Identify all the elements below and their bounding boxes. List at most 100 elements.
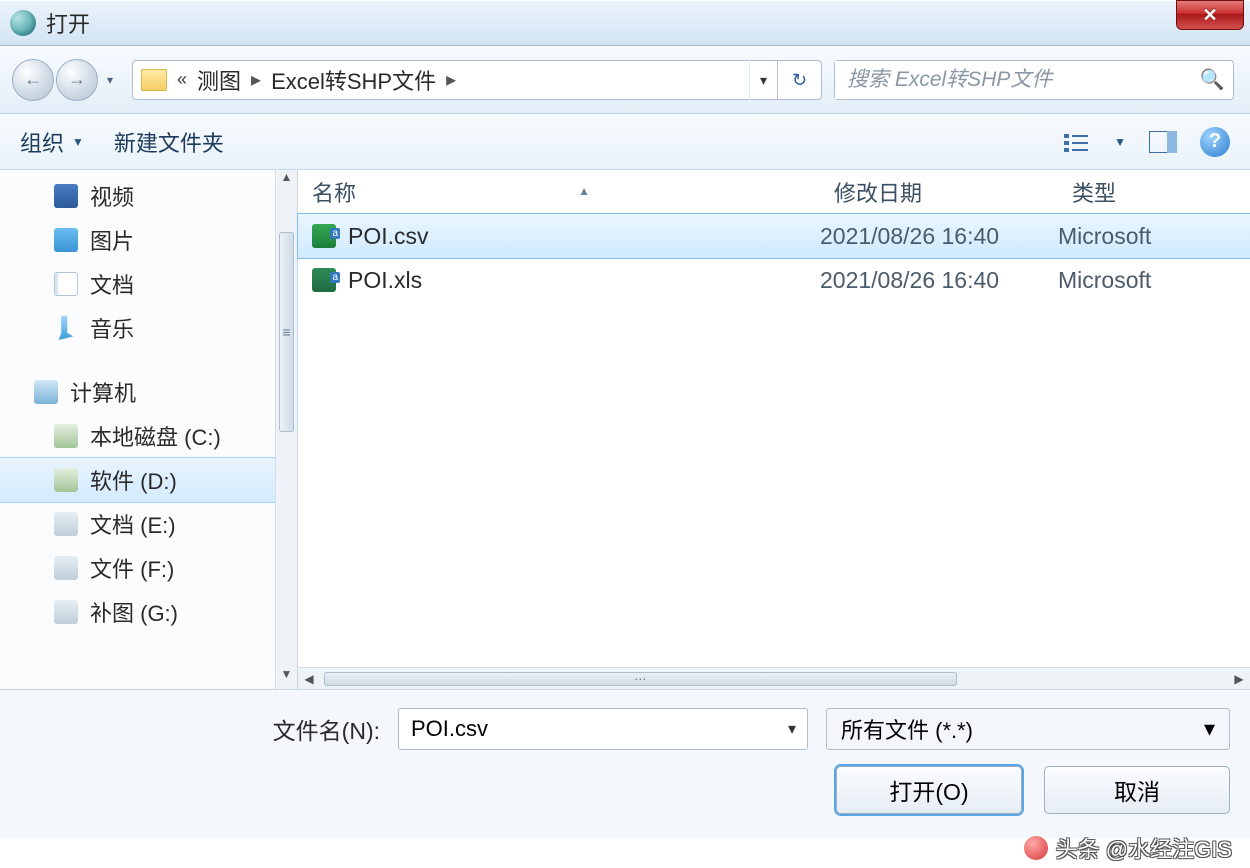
nav-history-dropdown[interactable]: ▾ xyxy=(100,66,120,94)
scroll-up-icon[interactable]: ▲ xyxy=(276,170,297,192)
column-modified-label: 修改日期 xyxy=(834,181,922,206)
sidebar: 视频 图片 文档 音乐 计算机 本地磁盘 (C:) 软件 (D:) xyxy=(0,170,298,689)
chevron-right-icon[interactable]: ▸ xyxy=(247,67,265,92)
drive-icon xyxy=(54,556,78,580)
drive-icon xyxy=(54,468,78,492)
sidebar-item-documents[interactable]: 文档 xyxy=(0,262,297,306)
nav-bar: ← → ▾ « 测图 ▸ Excel转SHP文件 ▸ ▾ ↻ 🔍 xyxy=(0,46,1250,114)
scrollbar-thumb[interactable]: ≡ xyxy=(279,232,294,432)
cancel-button-label: 取消 xyxy=(1114,773,1160,807)
body-area: 视频 图片 文档 音乐 计算机 本地磁盘 (C:) 软件 (D:) xyxy=(0,170,1250,690)
sidebar-label: 软件 (D:) xyxy=(90,464,177,496)
sidebar-item-drive-c[interactable]: 本地磁盘 (C:) xyxy=(0,414,297,458)
files-panel: 名称 ▲ 修改日期 类型 POI.csv 2021/08/26 16:40 Mi… xyxy=(298,170,1250,689)
open-button-label: 打开(O) xyxy=(889,773,968,807)
scroll-down-icon[interactable]: ▼ xyxy=(276,667,297,689)
sidebar-label: 补图 (G:) xyxy=(90,596,178,628)
file-type-filter[interactable]: 所有文件 (*.*) ▾ xyxy=(826,708,1230,750)
file-row[interactable]: POI.csv 2021/08/26 16:40 Microsoft xyxy=(298,214,1250,258)
new-folder-label: 新建文件夹 xyxy=(114,126,224,158)
breadcrumb-dropdown[interactable]: ▾ xyxy=(749,60,777,100)
app-icon xyxy=(10,10,36,36)
breadcrumb-parent[interactable]: 测图 xyxy=(191,64,247,96)
sidebar-item-video[interactable]: 视频 xyxy=(0,174,297,218)
sidebar-label: 音乐 xyxy=(90,312,134,344)
chevron-right-icon[interactable]: ▸ xyxy=(442,67,460,92)
help-icon: ? xyxy=(1209,130,1221,153)
organize-button[interactable]: 组织 ▼ xyxy=(20,126,84,158)
scrollbar-thumb[interactable]: ⋯ xyxy=(324,672,957,686)
forward-button[interactable]: → xyxy=(56,59,98,101)
arrow-left-icon: ← xyxy=(24,69,42,90)
sidebar-item-drive-g[interactable]: 补图 (G:) xyxy=(0,590,297,634)
preview-pane-button[interactable] xyxy=(1146,128,1180,156)
close-icon: ✕ xyxy=(1202,5,1217,26)
file-row[interactable]: POI.xls 2021/08/26 16:40 Microsoft xyxy=(298,258,1250,302)
video-icon xyxy=(54,184,78,208)
search-box: 🔍 xyxy=(834,60,1234,100)
file-modified: 2021/08/26 16:40 xyxy=(820,267,1058,294)
pane-icon xyxy=(1149,131,1177,153)
scroll-left-icon[interactable]: ◀ xyxy=(298,672,320,686)
column-name[interactable]: 名称 ▲ xyxy=(298,176,820,208)
computer-icon xyxy=(34,380,58,404)
file-type: Microsoft xyxy=(1058,223,1250,250)
scroll-right-icon[interactable]: ▶ xyxy=(1228,672,1250,686)
breadcrumb-current[interactable]: Excel转SHP文件 xyxy=(265,64,442,96)
close-button[interactable]: ✕ xyxy=(1176,0,1244,30)
column-type[interactable]: 类型 xyxy=(1058,176,1250,208)
column-name-label: 名称 xyxy=(312,181,356,206)
sidebar-item-drive-e[interactable]: 文档 (E:) xyxy=(0,502,297,546)
help-button[interactable]: ? xyxy=(1200,127,1230,157)
title-bar: 打开 ✕ xyxy=(0,0,1250,46)
view-mode-button[interactable] xyxy=(1060,128,1094,156)
filter-label: 所有文件 (*.*) xyxy=(841,713,973,745)
view-details-icon xyxy=(1064,132,1090,152)
filename-input[interactable] xyxy=(399,716,777,742)
cancel-button[interactable]: 取消 xyxy=(1044,766,1230,814)
arrow-right-icon: → xyxy=(68,69,86,90)
drive-icon xyxy=(54,600,78,624)
column-modified[interactable]: 修改日期 xyxy=(820,176,1058,208)
open-button[interactable]: 打开(O) xyxy=(836,766,1022,814)
sidebar-label: 计算机 xyxy=(70,376,136,408)
column-type-label: 类型 xyxy=(1072,181,1116,206)
drive-icon xyxy=(54,512,78,536)
sidebar-label: 文档 (E:) xyxy=(90,508,176,540)
sidebar-item-music[interactable]: 音乐 xyxy=(0,306,297,350)
chevron-down-icon: ▼ xyxy=(72,135,84,149)
toolbar: 组织 ▼ 新建文件夹 ▼ ? xyxy=(0,114,1250,170)
file-name: POI.xls xyxy=(348,267,422,294)
search-icon[interactable]: 🔍 xyxy=(1191,67,1233,92)
organize-label: 组织 xyxy=(20,126,64,158)
sidebar-label: 视频 xyxy=(90,180,134,212)
filename-label: 文件名(N): xyxy=(273,712,380,746)
files-hscrollbar[interactable]: ◀ ⋯ ▶ xyxy=(298,667,1250,689)
watermark-icon xyxy=(1024,836,1048,860)
drive-icon xyxy=(54,424,78,448)
sidebar-label: 文档 xyxy=(90,268,134,300)
window-title: 打开 xyxy=(46,7,1176,39)
sidebar-label: 文件 (F:) xyxy=(90,552,174,584)
back-button[interactable]: ← xyxy=(12,59,54,101)
music-icon xyxy=(54,316,78,340)
new-folder-button[interactable]: 新建文件夹 xyxy=(114,126,224,158)
chevron-down-icon[interactable]: ▾ xyxy=(777,719,807,739)
file-xls-icon xyxy=(312,268,336,292)
sidebar-item-computer[interactable]: 计算机 xyxy=(0,370,297,414)
breadcrumb[interactable]: « 测图 ▸ Excel转SHP文件 ▸ ▾ ↻ xyxy=(132,60,822,100)
sidebar-scrollbar[interactable]: ▲ ≡ ▼ xyxy=(275,170,297,689)
picture-icon xyxy=(54,228,78,252)
sidebar-item-drive-d[interactable]: 软件 (D:) xyxy=(0,458,297,502)
filename-combobox[interactable]: ▾ xyxy=(398,708,808,750)
view-mode-dropdown[interactable]: ▼ xyxy=(1114,135,1126,149)
refresh-button[interactable]: ↻ xyxy=(777,60,821,100)
file-name: POI.csv xyxy=(348,223,429,250)
nav-buttons: ← → ▾ xyxy=(12,59,120,101)
sidebar-item-pictures[interactable]: 图片 xyxy=(0,218,297,262)
chevron-down-icon: ▾ xyxy=(1204,716,1215,742)
file-type: Microsoft xyxy=(1058,267,1250,294)
sidebar-label: 图片 xyxy=(90,224,134,256)
sidebar-item-drive-f[interactable]: 文件 (F:) xyxy=(0,546,297,590)
search-input[interactable] xyxy=(835,61,1191,99)
